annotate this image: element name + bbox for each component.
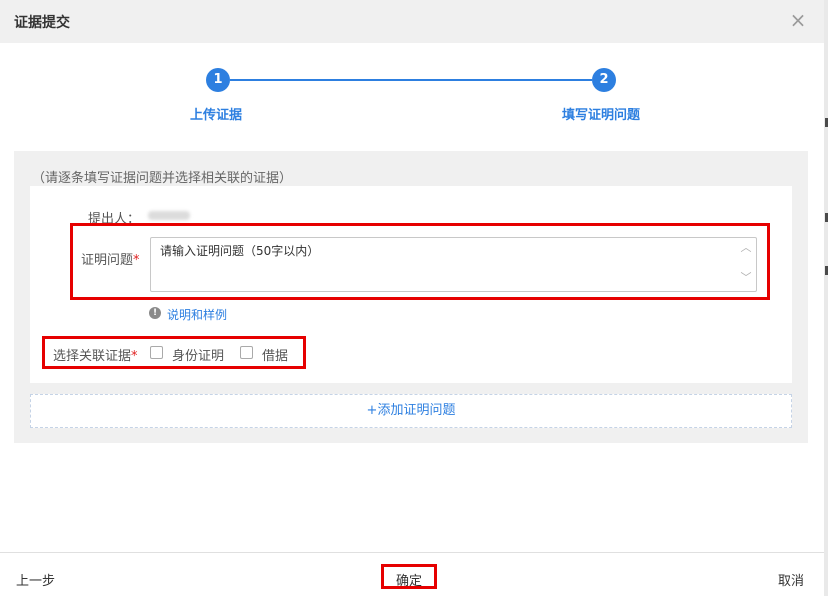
option-id-proof[interactable]: 身份证明 <box>172 345 224 364</box>
required-mark: * <box>133 253 140 268</box>
submitter-name-redacted <box>148 211 190 220</box>
stepper-line <box>230 79 592 81</box>
required-mark: * <box>131 349 138 364</box>
scroll-up-icon[interactable]: ︿ <box>739 241 753 255</box>
question-placeholder: 请输入证明问题（50字以内） <box>160 244 320 258</box>
add-question-button[interactable]: +添加证明问题 <box>30 394 792 428</box>
example-link[interactable]: 说明和样例 <box>167 306 227 323</box>
step-1-circle: 1 <box>206 68 230 92</box>
dialog-title: 证据提交 <box>14 15 70 31</box>
evidence-label: 选择关联证据* <box>53 345 138 364</box>
form-hint: （请逐条填写证据问题并选择相关联的证据） <box>32 171 293 186</box>
info-icon: ! <box>149 307 161 319</box>
option-iou[interactable]: 借据 <box>262 345 288 364</box>
close-icon[interactable]: × <box>788 9 808 31</box>
scroll-down-icon[interactable]: ﹀ <box>739 271 753 285</box>
checkbox-iou[interactable] <box>240 346 253 359</box>
cancel-button[interactable]: 取消 <box>778 570 804 589</box>
step-2-circle: 2 <box>592 68 616 92</box>
dialog-header: 证据提交 × <box>0 0 824 43</box>
checkbox-id-proof[interactable] <box>150 346 163 359</box>
prev-step-button[interactable]: 上一步 <box>16 570 55 589</box>
step-2-label: 填写证明问题 <box>562 108 641 123</box>
question-textarea[interactable]: 请输入证明问题（50字以内） ︿ ﹀ <box>150 237 757 292</box>
evidence-submit-dialog: 证据提交 × 1 2 上传证据 填写证明问题 （请逐条填写证据问题并选择相关联的… <box>0 0 824 596</box>
background-window-edge <box>824 0 828 596</box>
step-1-label: 上传证据 <box>190 108 243 123</box>
confirm-button[interactable]: 确定 <box>396 570 422 589</box>
evidence-label-text: 选择关联证据 <box>53 349 132 364</box>
dialog-footer: 上一步 确定 取消 <box>0 552 824 596</box>
question-label: 证明问题* <box>81 249 140 268</box>
question-label-text: 证明问题 <box>81 253 134 268</box>
